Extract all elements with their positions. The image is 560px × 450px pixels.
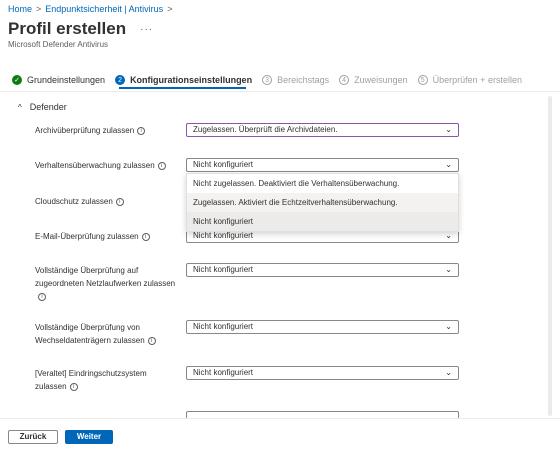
chevron-down-icon: ⌄ [445,368,452,377]
step-number: 5 [417,75,428,85]
info-icon[interactable]: i [115,197,124,206]
step-review-create[interactable]: 5 Überprüfen + erstellen [417,75,522,85]
back-button[interactable]: Zurück [8,430,58,444]
setting-label-behavior-monitoring: Verhaltensüberwachung zulassen i [35,159,180,172]
step-assignments[interactable]: 4 Zuweisungen [339,75,408,85]
setting-label-archive-scan: Archivüberprüfung zulassen i [35,124,180,137]
dropdown-value: Nicht konfiguriert [193,368,254,377]
scrollbar[interactable] [548,96,552,416]
breadcrumb-separator-icon: > [167,4,173,14]
info-icon[interactable]: i [141,232,150,241]
info-icon[interactable]: i [137,126,146,135]
menu-option-allowed[interactable]: Zugelassen. Aktiviert die Echtzeitverhal… [187,193,458,212]
setting-label-text: Cloudschutz zulassen [35,197,113,206]
menu-option-not-allowed[interactable]: Nicht zugelassen. Deaktiviert die Verhal… [187,174,458,193]
dropdown-intrusion-prevention[interactable]: Nicht konfiguriert ⌄ [186,366,459,380]
step-configuration[interactable]: 2 Konfigurationseinstellungen [115,75,252,85]
step-basics[interactable]: ✓ Grundeinstellungen [12,75,105,85]
dropdown-value: Nicht konfiguriert [193,322,254,331]
scrollbar-thumb[interactable] [548,96,552,416]
setting-label-text: Archivüberprüfung zulassen [35,126,135,135]
setting-label-text: Vollständige Überprüfung auf zugeordnete… [35,266,176,288]
title-row: Profil erstellen ··· [8,19,153,39]
setting-label-text: Vollständige Überprüfung von Wechseldate… [35,323,145,345]
info-icon[interactable]: i [38,292,46,301]
info-icon[interactable]: i [147,336,156,345]
breadcrumb-separator-icon: > [36,4,42,14]
chevron-down-icon: ⌄ [445,265,452,274]
dropdown-value: Nicht konfiguriert [193,231,254,240]
step-label: Zuweisungen [354,75,408,85]
setting-label-network-drives: Vollständige Überprüfung auf zugeordnete… [35,264,180,303]
page-title: Profil erstellen [8,19,127,38]
step-number: 2 [115,75,126,85]
step-label: Bereichstags [277,75,330,85]
step-number: 4 [339,75,350,85]
footer: Zurück Weiter [0,418,560,450]
setting-label-text: E-Mail-Überprüfung zulassen [35,232,139,241]
chevron-down-icon: ⌄ [445,125,452,134]
divider [0,91,560,92]
section-header-defender[interactable]: ^ Defender [18,102,67,112]
menu-option-not-configured[interactable]: Nicht konfiguriert [187,212,458,231]
dropdown-value: Zugelassen. Überprüft die Archivdateien. [193,125,338,134]
info-icon[interactable]: i [69,382,78,391]
next-button[interactable]: Weiter [65,430,113,444]
breadcrumb-home[interactable]: Home [8,4,32,14]
active-step-underline [119,87,246,89]
step-label: Überprüfen + erstellen [432,75,522,85]
step-label: Grundeinstellungen [27,75,106,85]
dropdown-behavior-monitoring[interactable]: Nicht konfiguriert ⌄ [186,158,459,172]
page-subtitle: Microsoft Defender Antivirus [8,40,109,49]
setting-label-text: Verhaltensüberwachung zulassen [35,161,155,170]
step-number: 3 [262,75,273,85]
dropdown-value: Nicht konfiguriert [193,265,254,274]
setting-label-email-scan: E-Mail-Überprüfung zulassen i [35,230,180,243]
dropdown-network-drives[interactable]: Nicht konfiguriert ⌄ [186,263,459,277]
chevron-down-icon: ⌄ [445,160,452,169]
breadcrumb: Home > Endpunktsicherheit | Antivirus > [8,4,172,14]
dropdown-value: Nicht konfiguriert [193,160,254,169]
setting-label-removable-drives: Vollständige Überprüfung von Wechseldate… [35,321,180,347]
setting-label-text: [Veraltet] Eindringschutzsystem zulassen [35,369,147,391]
chevron-up-icon: ^ [18,102,22,112]
setting-label-intrusion-prevention: [Veraltet] Eindringschutzsystem zulassen… [35,367,180,393]
chevron-down-icon: ⌄ [445,322,452,331]
step-label: Konfigurationseinstellungen [130,75,253,85]
step-scope-tags[interactable]: 3 Bereichstags [262,75,329,85]
dropdown-archive-scan[interactable]: Zugelassen. Überprüft die Archivdateien.… [186,123,459,137]
wizard-steps: ✓ Grundeinstellungen 2 Konfigurationsein… [12,72,532,88]
section-title: Defender [29,102,67,112]
setting-label-cloud-protection: Cloudschutz zulassen i [35,195,180,208]
breadcrumb-endpoint[interactable]: Endpunktsicherheit | Antivirus [45,4,163,14]
info-icon[interactable]: i [157,161,166,170]
more-options-icon[interactable]: ··· [140,24,153,35]
dropdown-menu-behavior-monitoring: Nicht zugelassen. Deaktiviert die Verhal… [186,173,459,232]
dropdown-removable-drives[interactable]: Nicht konfiguriert ⌄ [186,320,459,334]
checkmark-icon: ✓ [12,75,22,85]
